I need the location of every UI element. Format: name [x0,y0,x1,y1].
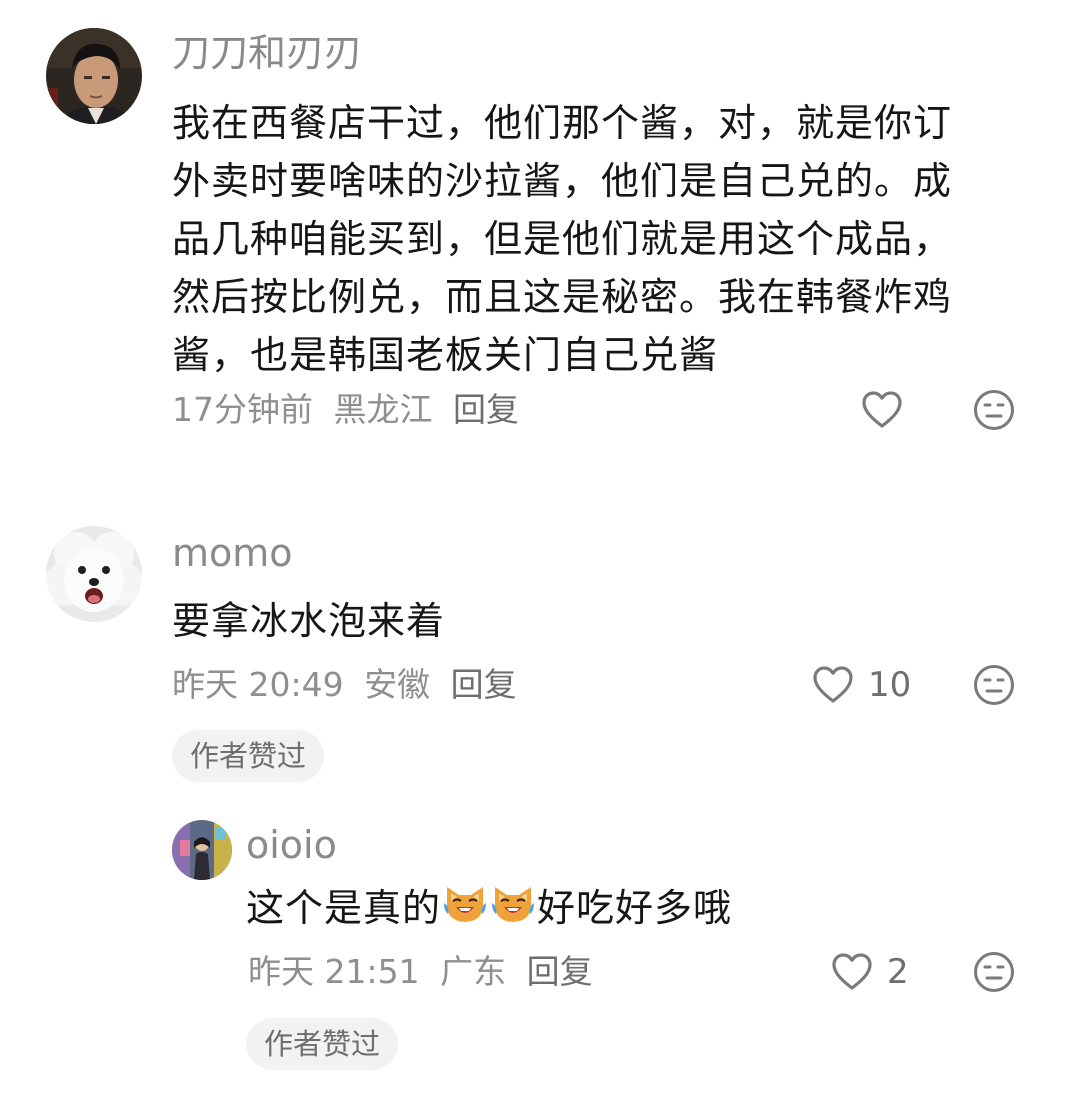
heart-outline-icon [832,953,872,990]
avatar[interactable] [172,820,232,880]
author-liked-badge: 作者赞过 [172,730,325,782]
timestamp: 昨天 21:51 [248,952,420,991]
like-button[interactable]: 10 [812,662,911,708]
comment-meta: 昨天 21:51 广东 回复 [248,952,603,992]
comment-text: 我在西餐店干过，他们那个酱，对，就是你订 外卖时要啥味的沙拉酱，他们是自己兑的。… [172,94,1032,384]
comment-line: 我在西餐店干过，他们那个酱，对，就是你订 [172,101,953,145]
username[interactable]: oioio [246,822,337,868]
reply-item: oioio 这个是真的 好吃好多哦 昨天 21:51 广东 回复 2 作者赞过 [0,810,1080,1094]
comment-meta: 昨天 20:49 安徽 回复 [172,665,527,705]
comment-line: 品几种咱能买到，但是他们就是用这个成品， [172,217,953,261]
location: 广东 [440,952,507,991]
comment-line: 酱，也是韩国老板关门自己兑酱 [172,333,719,377]
username[interactable]: 刀刀和刃刃 [172,30,362,76]
reply-button[interactable]: 回复 [453,390,519,429]
like-button[interactable] [861,387,903,433]
dislike-button[interactable] [973,664,1015,706]
laughing-cat-emoji [490,881,536,927]
comment-text: 这个是真的 好吃好多哦 [246,879,1026,937]
reply-button[interactable]: 回复 [451,665,517,704]
comment-line: 外卖时要啥味的沙拉酱，他们是自己兑的。成 [172,159,953,203]
neutral-face-icon [974,952,1014,992]
reply-button[interactable]: 回复 [527,952,593,991]
like-count: 10 [868,665,912,705]
like-count: 2 [887,952,909,992]
comment-item: 刀刀和刃刃 我在西餐店干过，他们那个酱，对，就是你订 外卖时要啥味的沙拉酱，他们… [0,0,1080,460]
neutral-face-icon [974,665,1014,705]
heart-outline-icon [813,666,853,703]
dislike-button[interactable] [973,951,1015,993]
heart-outline-icon [862,391,902,428]
comment-line: 然后按比例兑，而且这是秘密。我在韩餐炸鸡 [172,275,953,319]
timestamp: 昨天 20:49 [172,665,344,704]
location: 黑龙江 [333,390,433,429]
author-liked-badge: 作者赞过 [246,1018,399,1070]
username[interactable]: momo [172,530,293,576]
comment-text-part: 这个是真的 [246,886,442,930]
dislike-button[interactable] [973,389,1015,431]
comment-text-part: 好吃好多哦 [537,886,733,930]
avatar[interactable] [46,526,142,622]
neutral-face-icon [974,390,1014,430]
comment-item: momo 要拿冰水泡来着 昨天 20:49 安徽 回复 10 作者赞过 [0,500,1080,800]
like-button[interactable]: 2 [831,949,909,995]
comment-text: 要拿冰水泡来着 [172,599,446,643]
avatar[interactable] [46,28,142,124]
comment-meta: 17分钟前 黑龙江 回复 [172,390,529,430]
laughing-cat-emoji [442,881,488,927]
location: 安徽 [364,665,431,704]
timestamp: 17分钟前 [172,390,313,429]
